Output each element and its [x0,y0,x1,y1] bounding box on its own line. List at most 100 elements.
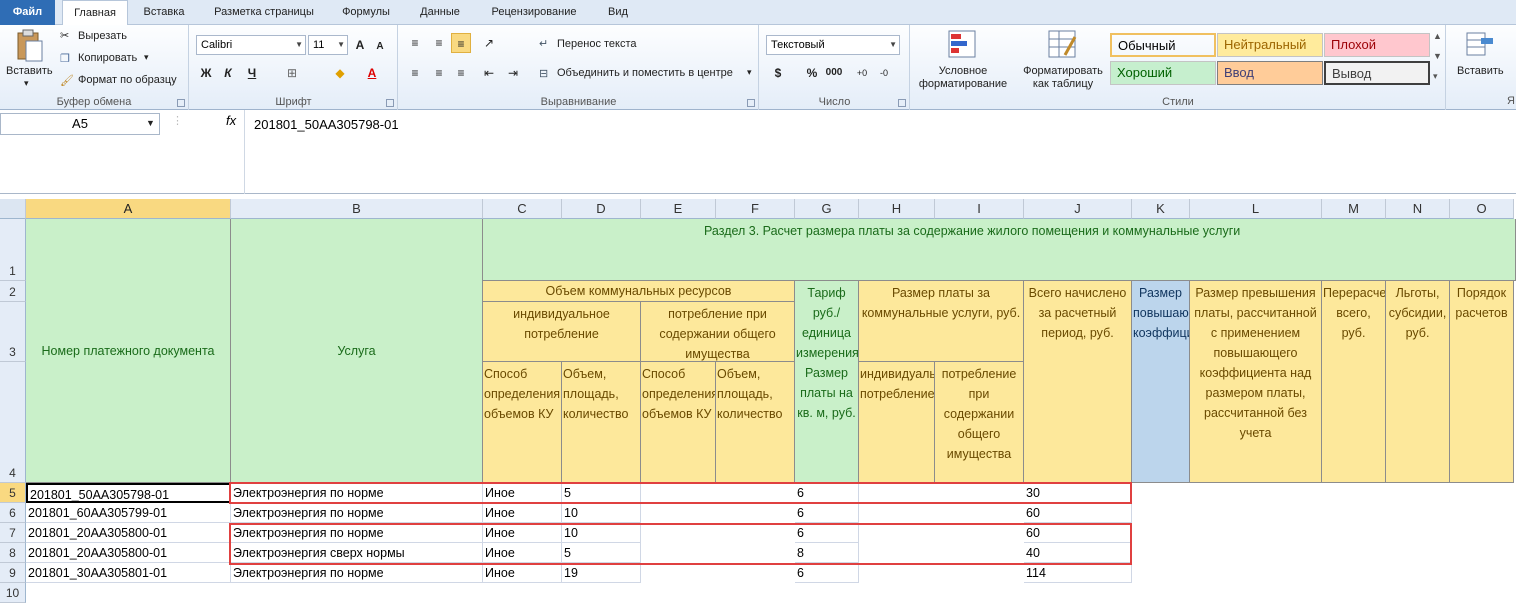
select-all-corner[interactable] [0,199,26,219]
number-format-combo[interactable]: Текстовый ▼ [766,35,900,55]
format-as-table-icon[interactable] [1047,29,1079,61]
header-service[interactable]: Услуга [231,219,483,483]
borders-icon[interactable]: ⊞ [282,63,302,83]
cell-a5[interactable]: 201801_50AA305798-01 [26,483,231,503]
header-method-1[interactable]: Способ определения объемов КУ [483,362,562,483]
number-launcher-icon[interactable] [898,99,906,107]
column-header-b[interactable]: B [231,199,483,219]
header-excess[interactable]: Размер превышения платы, рассчитанной с … [1190,281,1322,483]
bold-button[interactable]: Ж [196,63,216,83]
header-benefits[interactable]: Льготы, субсидии, руб. [1386,281,1450,483]
merge-icon[interactable]: ⊟ [539,67,548,80]
decrease-decimal-icon[interactable]: -0 [874,63,894,83]
row-header-10[interactable]: 10 [0,583,26,603]
wrap-text-button[interactable]: Перенос текста [557,38,637,50]
tab-formulas[interactable]: Формулы [332,0,400,25]
align-middle-icon[interactable]: ≡ [429,33,449,53]
cell-c9[interactable]: Иное [483,563,562,583]
column-header-h[interactable]: H [859,199,935,219]
tab-insert[interactable]: Вставка [134,0,194,25]
underline-button[interactable]: Ч [242,63,262,83]
cell-b9[interactable]: Электроэнергия по норме [231,563,483,583]
header-coefficient[interactable]: Размер повышающего коэффициента [1132,281,1190,483]
cell-b6[interactable]: Электроэнергия по норме [231,503,483,523]
tab-view[interactable]: Вид [598,0,638,25]
copy-dropdown-icon[interactable]: ▾ [144,52,149,63]
format-painter-button[interactable]: Формат по образцу [78,74,177,86]
header-common[interactable]: потребление при содержании общего имущес… [641,302,795,362]
decrease-indent-icon[interactable]: ⇤ [479,63,499,83]
increase-decimal-icon[interactable]: +0 [852,63,872,83]
header-method-2[interactable]: Способ определения объемов КУ [641,362,716,483]
merge-center-button[interactable]: Объединить и поместить в центре [557,67,733,79]
cell-g7[interactable]: 6 [795,523,859,543]
align-bottom-icon[interactable]: ≡ [451,33,471,53]
cut-button[interactable]: Вырезать [78,30,127,42]
row-header-7[interactable]: 7 [0,523,26,543]
cell-a8[interactable]: 201801_20AA305800-01 [26,543,231,563]
fill-color-icon[interactable]: ◆ [330,63,350,83]
column-header-c[interactable]: C [483,199,562,219]
cell-c7[interactable]: Иное [483,523,562,543]
cell-d5[interactable]: 5 [562,483,641,503]
cell-j5[interactable]: 30 [1024,483,1132,503]
align-left-icon[interactable]: ≡ [405,63,425,83]
row-header-2[interactable]: 2 [0,281,26,302]
tab-home[interactable]: Главная [62,0,128,26]
name-box[interactable]: A5 [0,113,160,135]
cell-j6[interactable]: 60 [1024,503,1132,523]
cell-a6[interactable]: 201801_60AA305799-01 [26,503,231,523]
conditional-formatting-icon[interactable] [947,29,979,61]
header-total[interactable]: Всего начислено за расчетный период, руб… [1024,281,1132,483]
cell-b7[interactable]: Электроэнергия по норме [231,523,483,543]
cell-g5[interactable]: 6 [795,483,859,503]
shrink-font-button[interactable]: A [370,37,390,57]
font-name-combo[interactable]: Calibri ▼ [196,35,306,55]
styles-more-icon[interactable]: ▾ [1433,71,1438,82]
cell-d6[interactable]: 10 [562,503,641,523]
copy-button[interactable]: Копировать [78,52,137,64]
align-right-icon[interactable]: ≡ [451,63,471,83]
column-header-f[interactable]: F [716,199,795,219]
styles-scroll-down-icon[interactable]: ▼ [1433,51,1442,61]
cell-j7[interactable]: 60 [1024,523,1132,543]
insert-cells-icon[interactable] [1465,29,1495,59]
column-header-d[interactable]: D [562,199,641,219]
cell-d8[interactable]: 5 [562,543,641,563]
font-size-combo[interactable]: 11 ▼ [308,35,348,55]
row-header-6[interactable]: 6 [0,503,26,523]
cell-j9[interactable]: 114 [1024,563,1132,583]
cell-a7[interactable]: 201801_20AA305800-01 [26,523,231,543]
column-header-l[interactable]: L [1190,199,1322,219]
insert-cells-button[interactable]: Вставить [1457,65,1504,77]
cell-g8[interactable]: 8 [795,543,859,563]
style-normal[interactable]: Обычный [1110,33,1216,57]
column-header-i[interactable]: I [935,199,1024,219]
header-section-title[interactable]: Раздел 3. Расчет размера платы за содерж… [483,219,1516,281]
row-header-1[interactable]: 1 [0,219,26,281]
insert-function-icon[interactable]: fx [226,113,236,128]
percent-button[interactable]: % [802,63,822,83]
row-header-3[interactable]: 3 [0,302,26,362]
row-header-8[interactable]: 8 [0,543,26,563]
cell-b5[interactable]: Электроэнергия по норме [231,483,483,503]
column-header-j[interactable]: J [1024,199,1132,219]
font-launcher-icon[interactable] [386,99,394,107]
spreadsheet-grid[interactable]: A B C D E F G H I J K L M N O 1 2 3 4 5 … [0,199,1516,603]
header-pay-common[interactable]: потребление при содержании общего имущес… [935,362,1024,483]
styles-scroll-up-icon[interactable]: ▲ [1433,31,1442,41]
column-header-n[interactable]: N [1386,199,1450,219]
cell-b8[interactable]: Электроэнергия сверх нормы [231,543,483,563]
currency-button[interactable]: $ [768,63,788,83]
cell-d9[interactable]: 19 [562,563,641,583]
cell-c5[interactable]: Иное [483,483,562,503]
header-amount-1[interactable]: Объем, площадь, количество [562,362,641,483]
row-header-5[interactable]: 5 [0,483,26,503]
row-header-9[interactable]: 9 [0,563,26,583]
conditional-formatting-button[interactable]: Условное форматирование [913,65,1013,91]
format-as-table-button[interactable]: Форматировать как таблицу [1015,65,1111,91]
style-good[interactable]: Хороший [1110,61,1216,85]
clipboard-launcher-icon[interactable] [177,99,185,107]
align-top-icon[interactable]: ≡ [405,33,425,53]
style-output[interactable]: Вывод [1324,61,1430,85]
